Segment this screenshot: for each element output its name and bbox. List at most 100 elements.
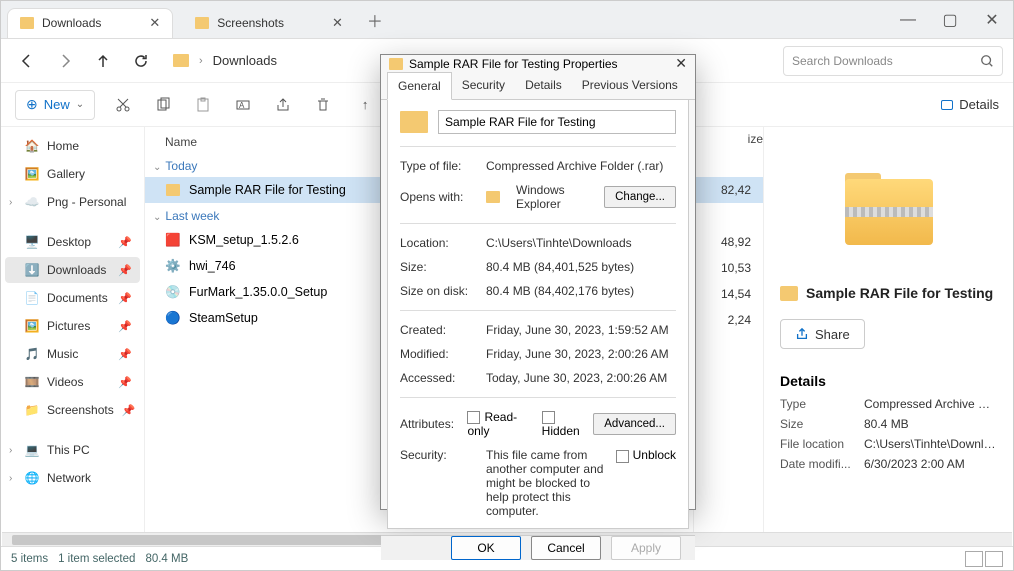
close-icon[interactable]: ✕: [675, 55, 687, 72]
cut-icon[interactable]: [115, 97, 135, 113]
hidden-checkbox[interactable]: Hidden: [542, 410, 584, 438]
column-name[interactable]: Name: [165, 135, 197, 149]
paste-icon[interactable]: [195, 97, 215, 113]
pin-icon[interactable]: 📌: [118, 376, 132, 389]
delete-icon[interactable]: [315, 97, 335, 113]
sidebar-item-png-personal[interactable]: ›☁️Png - Personal: [5, 189, 140, 215]
pin-icon[interactable]: 📌: [118, 292, 132, 305]
view-grid-icon[interactable]: [985, 551, 1003, 567]
chevron-down-icon: ⌄: [76, 99, 84, 110]
file-big-icon: [845, 173, 933, 245]
preview-pane: Sample RAR File for Testing Share Detail…: [763, 127, 1013, 532]
dialog-titlebar[interactable]: Sample RAR File for Testing Properties ✕: [381, 55, 695, 72]
readonly-checkbox[interactable]: Read-only: [467, 410, 521, 438]
share-icon: [795, 327, 809, 341]
pin-icon[interactable]: 📌: [118, 348, 132, 361]
refresh-button[interactable]: [125, 45, 157, 77]
close-icon[interactable]: ✕: [149, 15, 160, 31]
tab-bar: Downloads ✕ Screenshots ✕ ＋ — ▢ ✕: [1, 1, 1013, 39]
name-input[interactable]: [438, 110, 676, 134]
share-icon[interactable]: [275, 97, 295, 113]
pin-icon[interactable]: 📌: [118, 264, 132, 277]
minimize-button[interactable]: —: [887, 6, 929, 34]
size-column: ize 82,42 48,92 10,53 14,54 2,24: [693, 127, 763, 532]
location-value: C:\Users\Tinhte\Downloads: [486, 236, 676, 250]
scrollbar-thumb[interactable]: [12, 535, 392, 545]
sidebar-item-home[interactable]: 🏠Home: [5, 133, 140, 159]
file-size: 48,92: [694, 229, 763, 255]
forward-button[interactable]: [49, 45, 81, 77]
accessed-value: Today, June 30, 2023, 2:00:26 AM: [486, 371, 676, 385]
cancel-button[interactable]: Cancel: [531, 536, 601, 560]
address-bar[interactable]: › Downloads: [173, 53, 277, 68]
gallery-icon: 🖼️: [25, 167, 39, 181]
view-list-icon[interactable]: [965, 551, 983, 567]
folder-icon: [173, 54, 189, 67]
sidebar-item-desktop[interactable]: 🖥️Desktop📌: [5, 229, 140, 255]
tab-previous-versions[interactable]: Previous Versions: [572, 72, 688, 99]
installer-icon: 🟥: [165, 232, 181, 248]
location-label: Location:: [400, 236, 476, 250]
chevron-right-icon[interactable]: ›: [9, 445, 12, 456]
chevron-right-icon[interactable]: ›: [9, 197, 12, 208]
sidebar-item-thispc[interactable]: ›💻This PC: [5, 437, 140, 463]
sidebar-item-gallery[interactable]: 🖼️Gallery: [5, 161, 140, 187]
share-button[interactable]: Share: [780, 319, 865, 349]
detail-row: Size80.4 MB: [780, 417, 997, 437]
modified-value: Friday, June 30, 2023, 2:00:26 AM: [486, 347, 676, 361]
sidebar-label: Music: [47, 347, 78, 361]
tab-security[interactable]: Security: [452, 72, 515, 99]
add-tab-button[interactable]: ＋: [367, 8, 383, 32]
security-label: Security:: [400, 448, 476, 462]
pin-icon[interactable]: 📌: [118, 320, 132, 333]
pin-icon[interactable]: 📌: [122, 404, 136, 417]
sidebar-item-pictures[interactable]: 🖼️Pictures📌: [5, 313, 140, 339]
back-button[interactable]: [11, 45, 43, 77]
advanced-button[interactable]: Advanced...: [593, 413, 676, 435]
cloud-icon: ☁️: [25, 195, 39, 209]
maximize-button[interactable]: ▢: [929, 6, 971, 34]
new-button[interactable]: ⊕ New ⌄: [15, 90, 95, 120]
file-name: FurMark_1.35.0.0_Setup: [189, 285, 327, 299]
rename-icon[interactable]: A: [235, 97, 255, 113]
steam-icon: 🔵: [165, 310, 181, 326]
file-size: 14,54: [694, 281, 763, 307]
sidebar-item-downloads[interactable]: ⬇️Downloads📌: [5, 257, 140, 283]
search-input[interactable]: Search Downloads: [783, 46, 1003, 76]
pc-icon: 💻: [25, 443, 39, 457]
sort-icon[interactable]: ↑: [355, 97, 375, 112]
sidebar-item-videos[interactable]: 🎞️Videos📌: [5, 369, 140, 395]
sidebar-item-network[interactable]: ›🌐Network: [5, 465, 140, 491]
sidebar-item-music[interactable]: 🎵Music📌: [5, 341, 140, 367]
sidebar-item-documents[interactable]: 📄Documents📌: [5, 285, 140, 311]
up-button[interactable]: [87, 45, 119, 77]
group-label: Last week: [165, 209, 219, 223]
status-item-count: 5 items: [11, 553, 48, 565]
tab-details[interactable]: Details: [515, 72, 572, 99]
plus-icon: ⊕: [26, 96, 38, 113]
address-segment[interactable]: Downloads: [213, 53, 277, 68]
tab-screenshots[interactable]: Screenshots ✕: [183, 8, 355, 38]
change-button[interactable]: Change...: [604, 186, 676, 208]
svg-text:A: A: [239, 101, 245, 110]
gear-icon: ⚙️: [165, 258, 181, 274]
details-toggle[interactable]: Details: [941, 97, 999, 112]
zip-icon: [165, 182, 181, 198]
pin-icon[interactable]: 📌: [118, 236, 132, 249]
file-size: 2,24: [694, 307, 763, 333]
tab-downloads[interactable]: Downloads ✕: [7, 8, 173, 38]
download-icon: ⬇️: [25, 263, 39, 277]
close-button[interactable]: ✕: [971, 6, 1013, 34]
sidebar-item-screenshots[interactable]: 📁Screenshots📌: [5, 397, 140, 423]
dialog-footer: OK Cancel Apply: [381, 535, 695, 560]
unblock-checkbox[interactable]: Unblock: [616, 448, 676, 462]
copy-icon[interactable]: [155, 97, 175, 113]
chevron-right-icon[interactable]: ›: [9, 473, 12, 484]
close-icon[interactable]: ✕: [332, 15, 343, 31]
ok-button[interactable]: OK: [451, 536, 521, 560]
detail-key: Size: [780, 417, 864, 437]
chevron-right-icon: ›: [199, 55, 203, 67]
tab-general[interactable]: General: [387, 72, 452, 100]
apply-button[interactable]: Apply: [611, 536, 681, 560]
column-size-header[interactable]: ize: [694, 127, 763, 151]
